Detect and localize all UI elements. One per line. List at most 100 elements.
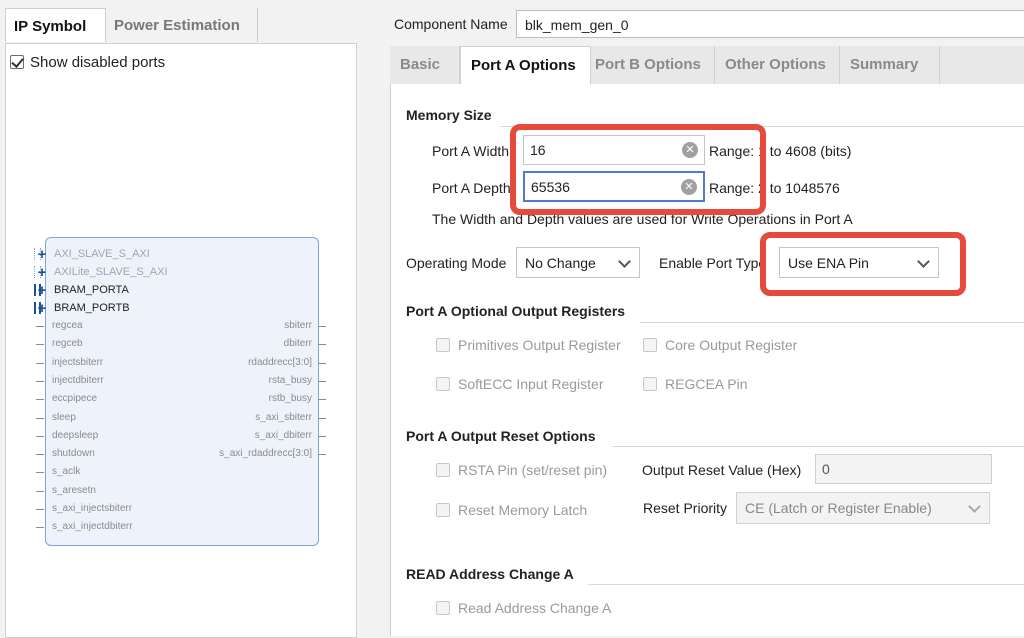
bus-interface-axi-slave[interactable]: + AXI_SLAVE_S_AXI: [34, 246, 150, 263]
rsta-pin-option[interactable]: RSTA Pin (set/reset pin): [436, 462, 607, 478]
option-label: Read Address Change A: [458, 600, 612, 616]
port-connector: [36, 527, 44, 529]
left-tab-bar: IP Symbol Power Estimation: [0, 8, 358, 44]
reset-priority-label: Reset Priority: [643, 500, 728, 516]
bus-label: BRAM_PORTB: [54, 302, 130, 314]
tab-port-a-options[interactable]: Port A Options: [460, 46, 591, 86]
primitives-output-register-option[interactable]: Primitives Output Register: [436, 337, 621, 353]
port-connector: [318, 399, 326, 401]
tab-other-options[interactable]: Other Options: [715, 46, 840, 84]
optional-output-registers-heading: Port A Optional Output Registers: [406, 303, 626, 319]
option-label: REGCEA Pin: [665, 376, 748, 392]
reset-memory-latch-option[interactable]: Reset Memory Latch: [436, 502, 587, 518]
bus-connector-icon: [34, 284, 41, 296]
checkbox-icon[interactable]: [436, 503, 450, 517]
reset-priority-select[interactable]: CE (Latch or Register Enable): [736, 492, 990, 524]
regcea-pin-option[interactable]: REGCEA Pin: [643, 376, 747, 392]
port-label-left: injectsbiterr: [52, 356, 104, 368]
show-disabled-ports-label: Show disabled ports: [30, 53, 166, 71]
core-output-register-option[interactable]: Core Output Register: [643, 337, 797, 353]
port-label-left: s_aresetn: [52, 484, 96, 496]
port-label-right: rstb_busy: [268, 393, 312, 405]
port-label-right: dbiterr: [283, 338, 312, 350]
tab-power-estimation[interactable]: Power Estimation: [106, 8, 258, 42]
divider: [612, 446, 1024, 447]
port-connector: [36, 326, 44, 327]
port-connector: [318, 362, 326, 364]
softecc-input-register-option[interactable]: SoftECC Input Register: [436, 376, 604, 392]
option-label: Primitives Output Register: [458, 337, 621, 353]
memory-size-heading: Memory Size: [406, 107, 492, 123]
operating-mode-label: Operating Mode: [406, 255, 507, 271]
option-label: RSTA Pin (set/reset pin): [458, 462, 608, 478]
bus-connector-icon: [34, 266, 41, 278]
port-connector: [318, 454, 326, 456]
port-connector: [36, 344, 44, 346]
component-name-input[interactable]: blk_mem_gen_0: [516, 10, 1024, 38]
port-label-right: s_axi_dbiterr: [254, 429, 312, 441]
checkbox-icon[interactable]: [436, 377, 450, 391]
bus-connector-icon: [34, 302, 41, 314]
port-connector: [318, 344, 326, 346]
port-connector: [36, 472, 44, 474]
enable-port-type-label: Enable Port Type: [659, 255, 767, 271]
port-label-left: regcea: [52, 320, 83, 331]
divider: [640, 322, 1024, 323]
config-tab-bar: Basic Port A Options Port B Options Othe…: [390, 46, 1024, 86]
tab-basic[interactable]: Basic: [390, 46, 460, 84]
highlight-width-depth: [510, 124, 766, 215]
port-connector: [36, 380, 44, 382]
port-connector: [36, 490, 44, 492]
show-disabled-ports-toggle[interactable]: Show disabled ports: [10, 52, 165, 72]
port-label-left: deepsleep: [52, 429, 99, 441]
bus-label: BRAM_PORTA: [54, 284, 129, 296]
port-label-right: s_axi_sbiterr: [255, 411, 312, 423]
output-reset-value: 0: [822, 461, 830, 477]
bus-label: AXILite_SLAVE_S_AXI: [54, 266, 168, 278]
port-label-right: s_axi_rdaddrecc[3:0]: [219, 448, 312, 460]
checkbox-icon[interactable]: [643, 338, 657, 352]
reset-priority-value: CE (Latch or Register Enable): [745, 500, 932, 516]
checkbox-icon[interactable]: [436, 601, 450, 615]
port-connector: [36, 454, 44, 456]
checkbox-icon[interactable]: [436, 338, 450, 352]
port-label-left: eccpipece: [52, 393, 98, 405]
port-label-right: rsta_busy: [268, 374, 312, 386]
operating-mode-select[interactable]: No Change: [516, 247, 640, 278]
output-reset-value-label: Output Reset Value (Hex): [642, 462, 802, 478]
chevron-down-icon: [968, 500, 981, 513]
port-connector: [36, 435, 44, 437]
checkbox-icon[interactable]: [436, 463, 450, 477]
port-label-left: regceb: [52, 338, 83, 350]
port-label-right: rdaddrecc[3:0]: [248, 356, 312, 368]
operating-mode-value: No Change: [525, 254, 596, 271]
bus-interface-bram-porta[interactable]: + BRAM_PORTA: [34, 282, 129, 299]
chevron-down-icon: [618, 254, 631, 268]
tab-ip-symbol[interactable]: IP Symbol: [5, 8, 106, 42]
bus-connector-icon: [34, 248, 41, 260]
read-address-change-heading: READ Address Change A: [406, 566, 574, 582]
port-label-left: s_aclk: [52, 466, 81, 478]
port-a-depth-label: Port A Depth: [432, 180, 511, 196]
checkbox-icon[interactable]: [643, 377, 657, 391]
port-label-left: shutdown: [52, 448, 95, 460]
port-label-left: sleep: [52, 411, 76, 423]
option-label: Core Output Register: [665, 337, 798, 353]
port-a-width-label: Port A Width: [432, 143, 510, 159]
divider: [588, 584, 1024, 585]
tab-summary[interactable]: Summary: [840, 46, 940, 84]
bus-label: AXI_SLAVE_S_AXI: [54, 248, 150, 260]
port-connector: [318, 380, 326, 382]
output-reset-value-input[interactable]: 0: [815, 454, 992, 484]
tab-port-b-options[interactable]: Port B Options: [585, 46, 715, 84]
component-name-label: Component Name: [394, 16, 508, 32]
bus-interface-axilite-slave[interactable]: + AXILite_SLAVE_S_AXI: [34, 264, 168, 281]
port-connector: [36, 417, 44, 419]
bus-interface-bram-portb[interactable]: + BRAM_PORTB: [34, 300, 130, 317]
check-icon[interactable]: [10, 55, 24, 69]
port-connector: [318, 326, 326, 327]
highlight-enable-port-type: [760, 232, 966, 296]
port-connector: [36, 509, 44, 510]
port-label-left: s_axi_injectsbiterr: [52, 503, 133, 514]
read-address-change-option[interactable]: Read Address Change A: [436, 600, 611, 616]
